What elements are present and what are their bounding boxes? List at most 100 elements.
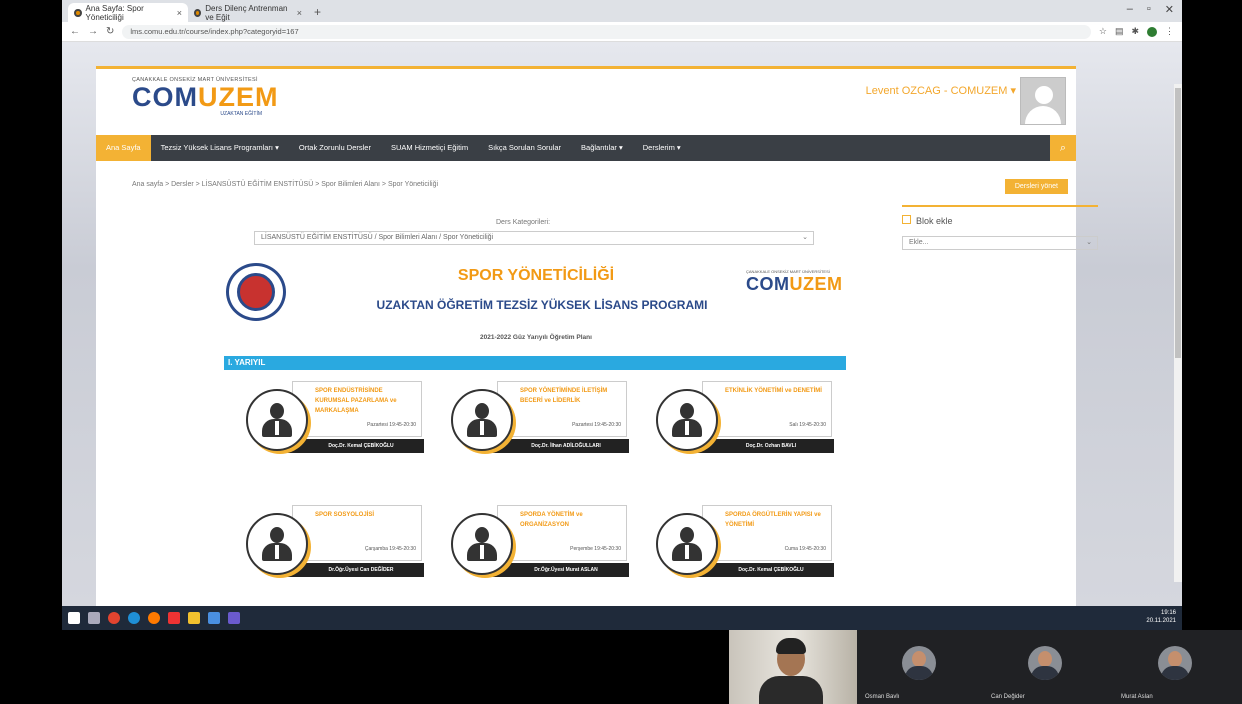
back-icon[interactable]: ←	[70, 26, 80, 37]
mail-icon[interactable]	[208, 612, 220, 624]
course-info: ETKİNLİK YÖNETİMİ ve DENETİMİ Salı 19:45-…	[702, 381, 832, 437]
teacher-avatar	[451, 389, 513, 451]
tab-1[interactable]: Ana Sayfa: Spor Yöneticiliği ×	[68, 3, 188, 22]
tab-2[interactable]: Ders Dilenç Antrenman ve Eğit ×	[188, 3, 308, 22]
scrollbar-thumb[interactable]	[1175, 88, 1181, 358]
extensions: ☆ ▤ ✱ ⋮	[1099, 26, 1174, 37]
task-view-icon[interactable]	[88, 612, 100, 624]
participant-avatar	[1028, 646, 1062, 680]
forward-icon[interactable]: →	[88, 26, 98, 37]
windows-start-icon[interactable]	[68, 612, 80, 624]
taskbar: 19:16 20.11.2021	[62, 606, 1182, 630]
new-tab-button[interactable]: +	[308, 3, 327, 22]
course-name[interactable]: SPOR YÖNETİMİNDE İLETİŞİM BECERİ ve LİDE…	[520, 386, 620, 406]
nav-faq[interactable]: Sıkça Sorulan Sorular	[478, 135, 571, 161]
menu-icon[interactable]: ⋮	[1165, 26, 1174, 37]
close-window-button[interactable]: ✕	[1165, 3, 1174, 16]
nav-programs[interactable]: Tezsiz Yüksek Lisans Programları ▾	[151, 135, 289, 161]
main-nav: Ana Sayfa Tezsiz Yüksek Lisans Programla…	[96, 135, 1076, 161]
file-explorer-icon[interactable]	[188, 612, 200, 624]
nav-links[interactable]: Bağlantılar ▾	[571, 135, 633, 161]
teacher-name: Doç.Dr. Kemal ÇEBİKOĞLU	[286, 439, 424, 453]
program-title: SPOR YÖNETİCİLİĞİ	[457, 267, 615, 284]
teams-icon[interactable]	[228, 612, 240, 624]
add-block-select[interactable]: Ekle... ⌄	[902, 236, 1098, 250]
nav-home[interactable]: Ana Sayfa	[96, 135, 151, 161]
site-header: ÇANAKKALE ONSEKİZ MART ÜNİVERSİTESİ COMU…	[96, 69, 1076, 135]
reload-icon[interactable]: ↻	[106, 26, 114, 37]
course-card[interactable]: SPOR ENDÜSTRİSİNDE KURUMSAL PAZARLAMA ve…	[246, 381, 424, 463]
star-icon[interactable]: ☆	[1099, 26, 1107, 37]
comuzem-logo[interactable]: ÇANAKKALE ONSEKİZ MART ÜNİVERSİTESİ COMU…	[132, 77, 282, 117]
participant-avatar	[902, 646, 936, 680]
teacher-avatar	[451, 513, 513, 575]
add-block-panel: Blok ekle	[902, 205, 1098, 226]
scrollbar[interactable]	[1174, 84, 1182, 582]
course-time: Pazartesi 19:45-20:30	[367, 422, 416, 428]
teacher-avatar	[246, 389, 308, 451]
window-controls: – ▫ ✕	[1127, 3, 1174, 16]
nav-my-courses[interactable]: Derslerim ▾	[633, 135, 691, 161]
course-name[interactable]: SPOR ENDÜSTRİSİNDE KURUMSAL PAZARLAMA ve…	[315, 386, 415, 416]
presenter-camera	[729, 630, 857, 704]
person-icon	[672, 527, 702, 561]
course-info: SPOR SOSYOLOJİSİ Çarşamba 19:45-20:30	[292, 505, 422, 561]
category-select[interactable]: LİSANSÜSTÜ EĞİTİM ENSTİTÜSÜ / Spor Bilim…	[254, 231, 814, 245]
comuzem-logo-small: ÇANAKKALE ONSEKİZ MART ÜNİVERSİTESİ COMU…	[746, 269, 843, 294]
course-time: Çarşamba 19:45-20:30	[364, 546, 416, 552]
course-card[interactable]: SPORDA ÖRGÜTLERİN YAPISI ve YÖNETİMİ Cuma…	[656, 505, 834, 587]
nav-common-courses[interactable]: Ortak Zorunlu Dersler	[289, 135, 381, 161]
address-bar: ← → ↻ lms.comu.edu.tr/course/index.php?c…	[62, 22, 1182, 42]
breadcrumb[interactable]: Ana sayfa > Dersler > LİSANSÜSTÜ EĞİTİM …	[132, 181, 438, 188]
course-name[interactable]: SPORDA ÖRGÜTLERİN YAPISI ve YÖNETİMİ	[725, 510, 825, 530]
nav-inservice[interactable]: SUAM Hizmetiçi Eğitim	[381, 135, 478, 161]
course-info: SPOR ENDÜSTRİSİNDE KURUMSAL PAZARLAMA ve…	[292, 381, 422, 437]
course-info: SPOR YÖNETİMİNDE İLETİŞİM BECERİ ve LİDE…	[497, 381, 627, 437]
app-icon[interactable]	[168, 612, 180, 624]
course-info: SPORDA YÖNETİM ve ORGANİZASYON Perşembe 1…	[497, 505, 627, 561]
plus-icon	[902, 215, 911, 224]
manage-courses-button[interactable]: Dersleri yönet	[1004, 179, 1068, 194]
teacher-name: Doç.Dr. Kemal ÇEBİKOĞLU	[696, 563, 834, 577]
chevron-down-icon: ⌄	[802, 234, 808, 241]
course-card[interactable]: SPOR SOSYOLOJİSİ Çarşamba 19:45-20:30 Dr.Ö…	[246, 505, 424, 587]
page-container: ÇANAKKALE ONSEKİZ MART ÜNİVERSİTESİ COMU…	[96, 66, 1098, 606]
edge-icon[interactable]	[128, 612, 140, 624]
user-menu[interactable]: Levent OZCAG - COMUZEM ▾	[866, 84, 1016, 97]
teacher-name: Dr.Öğr.Üyesi Can DEĞİDER	[286, 563, 424, 577]
teacher-avatar	[656, 513, 718, 575]
participant-avatar	[1158, 646, 1192, 680]
reading-list-icon[interactable]: ▤	[1115, 26, 1124, 37]
video-strip: Osman Bavlı Can Değider Murat Aslan	[729, 630, 1242, 704]
maximize-button[interactable]: ▫	[1147, 3, 1151, 16]
course-name[interactable]: ETKİNLİK YÖNETİMİ ve DENETİMİ	[725, 386, 825, 396]
teacher-avatar	[656, 389, 718, 451]
favicon-icon	[194, 8, 202, 17]
participant-tile[interactable]: Can Değider	[985, 630, 1105, 704]
url-input[interactable]: lms.comu.edu.tr/course/index.php?categor…	[122, 24, 1091, 39]
tab-bar: Ana Sayfa: Spor Yöneticiliği × Ders Dilen…	[62, 0, 1182, 22]
course-name[interactable]: SPORDA YÖNETİM ve ORGANİZASYON	[520, 510, 620, 530]
university-seal	[226, 263, 286, 321]
clock[interactable]: 19:16 20.11.2021	[1146, 609, 1176, 625]
person-icon	[467, 527, 497, 561]
course-card[interactable]: ETKİNLİK YÖNETİMİ ve DENETİMİ Salı 19:45-…	[656, 381, 834, 463]
chrome-icon[interactable]	[108, 612, 120, 624]
puzzle-icon[interactable]: ✱	[1131, 26, 1139, 37]
search-icon[interactable]: ⌕	[1050, 135, 1076, 161]
course-time: Pazartesi 19:45-20:30	[572, 422, 621, 428]
course-name[interactable]: SPOR SOSYOLOJİSİ	[315, 510, 415, 520]
program-plan: 2021-2022 Güz Yarıyılı Öğretim Planı	[480, 334, 592, 341]
course-card[interactable]: SPOR YÖNETİMİNDE İLETİŞİM BECERİ ve LİDE…	[451, 381, 629, 463]
close-tab-icon[interactable]: ×	[177, 8, 182, 18]
teacher-name: Doç.Dr. Ozhan BAVLI	[696, 439, 834, 453]
participant-tile[interactable]: Murat Aslan	[1115, 630, 1235, 704]
course-card[interactable]: SPORDA YÖNETİM ve ORGANİZASYON Perşembe 1…	[451, 505, 629, 587]
participant-tile[interactable]: Osman Bavlı	[859, 630, 979, 704]
avatar[interactable]	[1020, 77, 1066, 125]
minimize-button[interactable]: –	[1127, 3, 1133, 16]
firefox-icon[interactable]	[148, 612, 160, 624]
profile-icon[interactable]	[1147, 26, 1157, 37]
teacher-name: Dr.Öğr.Üyesi Murat ASLAN	[491, 563, 629, 577]
close-tab-icon[interactable]: ×	[297, 8, 302, 18]
